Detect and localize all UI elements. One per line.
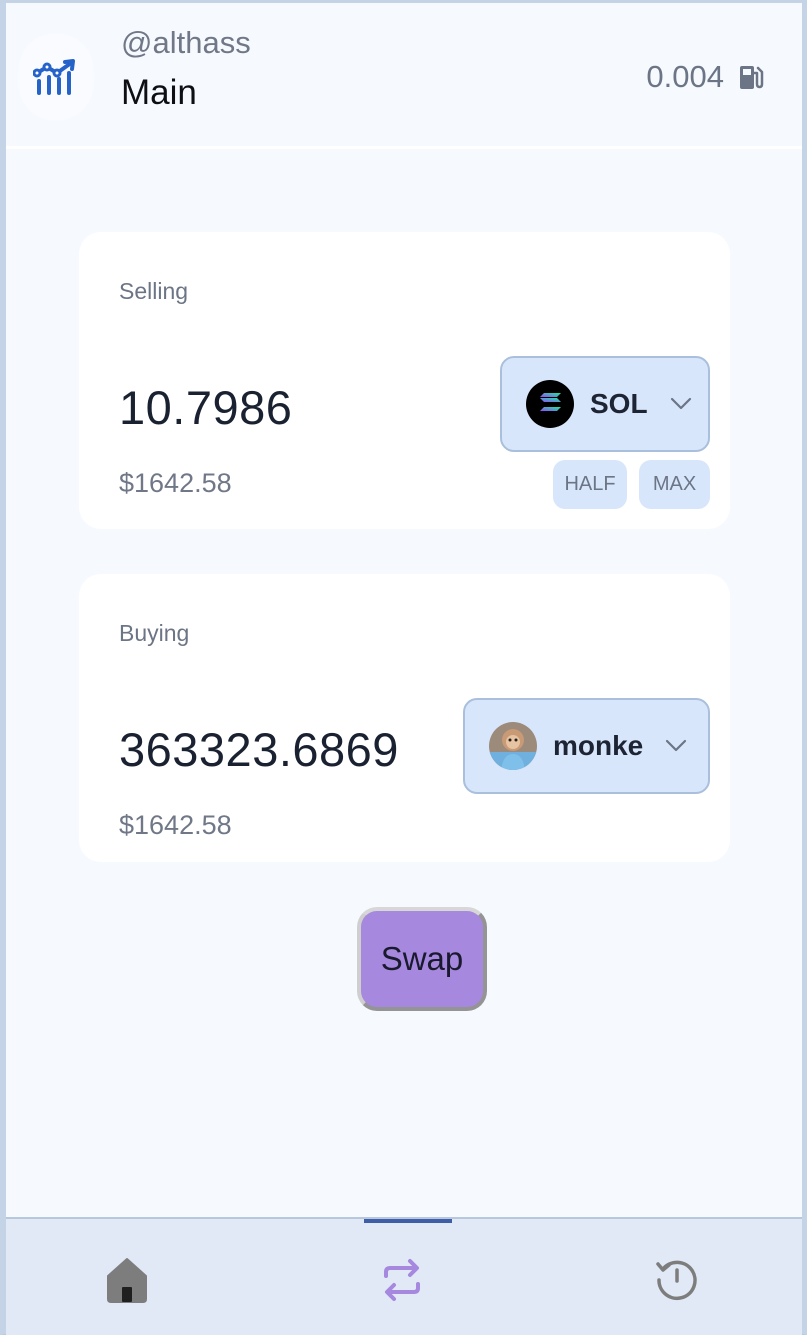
chevron-down-icon <box>666 739 687 752</box>
logo[interactable] <box>18 33 94 121</box>
selling-token-name: SOL <box>590 388 648 419</box>
buying-usd-value: $1642.58 <box>119 810 232 840</box>
history-icon <box>656 1260 697 1301</box>
solana-logo-icon <box>526 380 574 428</box>
selling-usd-value: $1642.58 <box>119 468 232 498</box>
nav-home[interactable] <box>102 1255 152 1305</box>
gas-indicator: 0.004 <box>646 59 764 95</box>
half-button[interactable]: HALF <box>553 460 627 509</box>
gas-value: 0.004 <box>646 59 724 94</box>
swap-arrows-icon <box>384 1259 420 1301</box>
selling-label: Selling <box>119 278 189 304</box>
nav-swap[interactable] <box>377 1255 427 1305</box>
header-divider <box>6 146 802 149</box>
header: @althass Main 0.004 <box>6 3 802 147</box>
gas-pump-icon <box>740 66 764 89</box>
selling-card: Selling 10.7986 $1642.58 SOL HALF MAX <box>79 232 730 529</box>
buying-token-name: monke <box>553 730 644 761</box>
max-button[interactable]: MAX <box>639 460 710 509</box>
bottom-nav <box>6 1217 802 1335</box>
chart-growth-icon <box>33 59 75 95</box>
buying-card: Buying 363323.6869 $1642.58 monke <box>79 574 730 862</box>
user-handle: @althass <box>121 25 251 60</box>
selling-token-selector[interactable]: SOL <box>500 356 710 452</box>
buying-label: Buying <box>119 620 190 646</box>
home-icon <box>107 1258 147 1303</box>
buying-amount-output: 363323.6869 <box>119 723 399 776</box>
wallet-name[interactable]: Main <box>121 73 197 113</box>
buying-token-selector[interactable]: monke <box>463 698 710 794</box>
selling-amount-input[interactable]: 10.7986 <box>119 380 292 435</box>
nav-history[interactable] <box>652 1255 702 1305</box>
monke-avatar-icon <box>489 722 537 770</box>
swap-button[interactable]: Swap <box>357 907 487 1011</box>
active-tab-indicator <box>364 1219 452 1223</box>
chevron-down-icon <box>670 397 691 410</box>
